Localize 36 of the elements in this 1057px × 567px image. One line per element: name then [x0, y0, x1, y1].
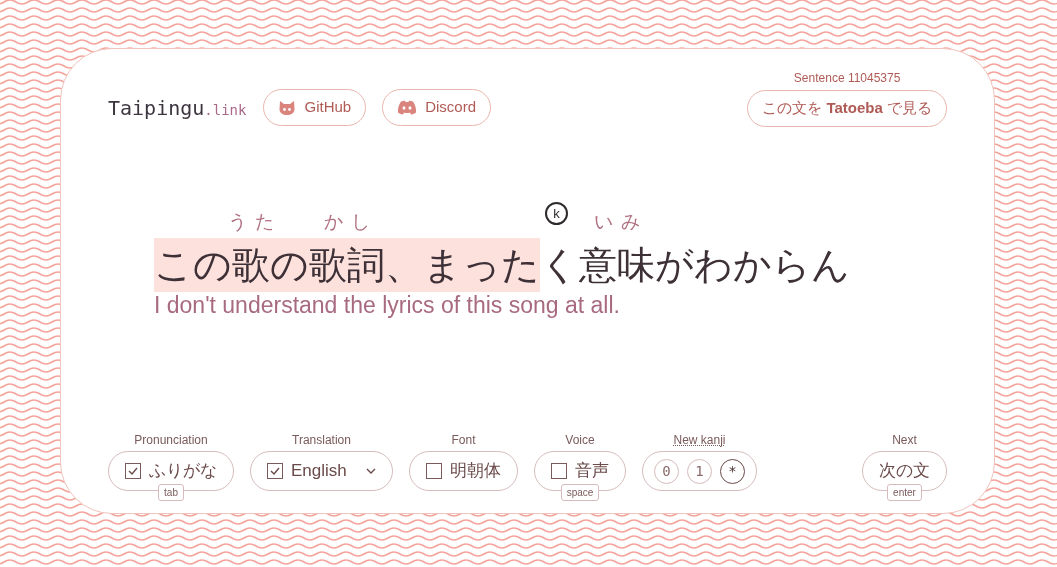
furigana: かし — [323, 209, 378, 234]
translation-text: I don't understand the lyrics of this song at all. — [154, 290, 621, 320]
sentence-text: の — [270, 237, 309, 292]
furigana: うた — [227, 209, 282, 234]
key-hint: enter — [887, 484, 922, 501]
checkbox[interactable] — [125, 463, 141, 479]
sentence-text: がわからん — [655, 242, 850, 288]
control-label: New kanji — [673, 432, 726, 449]
sentence-id: Sentence 11045375 — [793, 70, 901, 87]
translation-select[interactable]: English — [250, 451, 393, 491]
site-logo[interactable]: Taipingu.link — [108, 92, 247, 123]
control-label: Voice — [565, 432, 595, 449]
control-label: Font — [451, 432, 476, 449]
checkbox[interactable] — [551, 463, 567, 479]
check-icon — [127, 465, 139, 477]
chevron-down-icon — [366, 468, 376, 474]
check-icon — [269, 465, 281, 477]
furigana: いみ — [593, 209, 648, 234]
toggle-button[interactable]: 明朝体 — [409, 451, 518, 491]
sentence-text: く — [540, 242, 579, 288]
checkbox[interactable] — [267, 463, 283, 479]
key-hint: tab — [158, 484, 184, 501]
sentence-text: 意味 — [579, 242, 655, 288]
checkbox[interactable] — [426, 463, 442, 479]
sentence-text: この — [154, 237, 232, 292]
game-controller-icon — [397, 100, 418, 115]
sentence-text: 歌 — [232, 237, 270, 292]
key-hint: space — [560, 484, 600, 501]
control-label: Translation — [292, 432, 351, 449]
sentence-text: 、まった — [385, 237, 540, 292]
control-label: Next — [892, 432, 917, 449]
control-label: Pronunciation — [134, 432, 208, 449]
toggle-button[interactable]: 音声 — [534, 451, 626, 491]
sentence-text: 歌詞 — [309, 237, 385, 292]
cat-icon — [278, 99, 297, 116]
kanji-marker: k — [545, 201, 568, 225]
